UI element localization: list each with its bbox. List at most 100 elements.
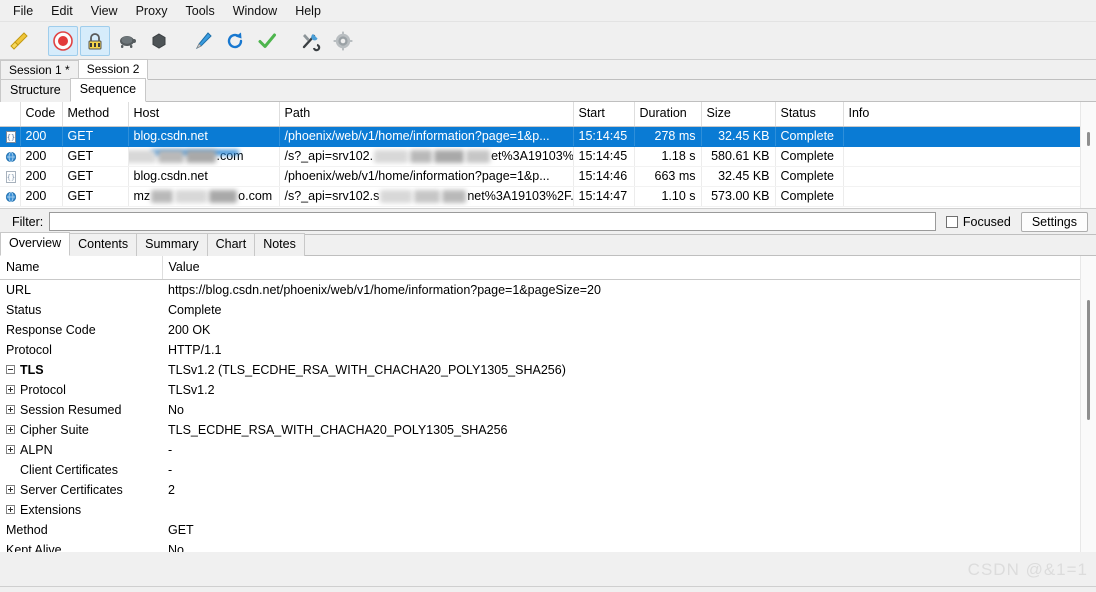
list-item[interactable]: ALPN - xyxy=(0,440,1080,460)
tab-sequence[interactable]: Sequence xyxy=(69,78,147,102)
cell-status: Complete xyxy=(775,146,844,167)
expand-plus-icon[interactable] xyxy=(6,404,15,414)
view-mode-tab-bar: Structure Sequence xyxy=(0,78,1096,102)
list-item[interactable]: Session Resumed No xyxy=(0,400,1080,420)
clear-broom-icon[interactable] xyxy=(4,26,34,56)
filter-input[interactable] xyxy=(49,212,936,231)
cell-path-prefix: /s?_api=srv102. xyxy=(284,148,374,163)
cell-size: 573.00 KB xyxy=(701,186,776,207)
expand-plus-icon[interactable] xyxy=(6,424,15,434)
cell-code: 200 xyxy=(20,146,63,167)
list-item[interactable]: Cipher Suite TLS_ECDHE_RSA_WITH_CHACHA20… xyxy=(0,420,1080,440)
throttle-turtle-icon[interactable] xyxy=(112,26,142,56)
expand-plus-icon[interactable] xyxy=(6,504,15,514)
cell-code: 200 xyxy=(20,166,63,187)
repeat-refresh-icon[interactable] xyxy=(220,26,250,56)
expand-plus-icon[interactable] xyxy=(6,484,15,494)
tab-structure[interactable]: Structure xyxy=(0,79,71,102)
cell-host-suffix: o.com xyxy=(238,188,273,203)
expand-plus-icon[interactable] xyxy=(6,384,15,394)
overview-vertical-scrollbar[interactable] xyxy=(1080,256,1096,552)
collapse-minus-icon[interactable] xyxy=(6,364,15,374)
overview-name: Cipher Suite xyxy=(20,422,89,437)
list-item[interactable]: Extensions xyxy=(0,500,1080,520)
cell-path-suffix: net%3A19103%2F... xyxy=(467,188,573,203)
cell-size: 32.45 KB xyxy=(701,166,776,187)
cell-size: 32.45 KB xyxy=(701,126,776,147)
cell-start: 15:14:45 xyxy=(573,126,635,147)
col-method[interactable]: Method xyxy=(62,102,129,127)
settings-gear-icon[interactable] xyxy=(328,26,358,56)
cell-host: .com xyxy=(128,146,280,167)
settings-button[interactable]: Settings xyxy=(1020,211,1088,232)
table-row[interactable]: 200 GET .com /s?_api=srv102. et%3A19103%2… xyxy=(0,146,1081,167)
menu-item-view[interactable]: View xyxy=(82,1,127,21)
menu-item-tools[interactable]: Tools xyxy=(177,1,224,21)
col-info[interactable]: Info xyxy=(843,102,1081,127)
validate-check-icon[interactable] xyxy=(252,26,282,56)
list-item[interactable]: Status Complete xyxy=(0,300,1080,320)
list-item[interactable]: URL https://blog.csdn.net/phoenix/web/v1… xyxy=(0,280,1080,300)
col-path[interactable]: Path xyxy=(279,102,574,127)
overview-name: Client Certificates xyxy=(20,462,118,477)
tools-icon[interactable] xyxy=(296,26,326,56)
focused-label: Focused xyxy=(962,214,1011,229)
focused-checkbox-wrapper[interactable]: Focused xyxy=(945,214,1011,229)
overview-scrollbar-thumb[interactable] xyxy=(1087,300,1090,420)
col-code[interactable]: Code xyxy=(20,102,63,127)
col-host[interactable]: Host xyxy=(128,102,280,127)
cell-info xyxy=(843,126,1081,147)
menu-item-file[interactable]: File xyxy=(4,1,42,21)
tab-overview[interactable]: Overview xyxy=(0,232,71,256)
col-size[interactable]: Size xyxy=(701,102,776,127)
requests-vertical-scrollbar[interactable] xyxy=(1080,102,1096,208)
overview-name-row: Client Certificates xyxy=(0,460,162,480)
col-value[interactable]: Value xyxy=(162,256,1081,280)
list-item[interactable]: Response Code 200 OK xyxy=(0,320,1080,340)
overview-value: TLSv1.2 (TLS_ECDHE_RSA_WITH_CHACHA20_POL… xyxy=(168,362,566,377)
row-type-globe-icon xyxy=(0,146,21,167)
list-item[interactable]: TLS TLSv1.2 (TLS_ECDHE_RSA_WITH_CHACHA20… xyxy=(0,360,1080,380)
list-item[interactable]: Method GET xyxy=(0,520,1080,540)
table-row[interactable]: {} 200 GET blog.csdn.net /phoenix/web/v1… xyxy=(0,166,1081,187)
tab-summary[interactable]: Summary xyxy=(136,233,208,256)
overview-value xyxy=(162,500,1080,520)
compose-pen-icon[interactable] xyxy=(188,26,218,56)
tab-contents[interactable]: Contents xyxy=(69,233,138,256)
tab-chart[interactable]: Chart xyxy=(206,233,256,256)
cell-duration: 278 ms xyxy=(634,126,702,147)
cell-method: GET xyxy=(62,126,129,147)
session-tab-1[interactable]: Session 1 * xyxy=(0,60,79,80)
col-status[interactable]: Status xyxy=(775,102,844,127)
list-item[interactable]: Protocol HTTP/1.1 xyxy=(0,340,1080,360)
overview-value: No xyxy=(168,542,184,553)
overview-value: - xyxy=(168,442,173,457)
menu-item-help[interactable]: Help xyxy=(286,1,330,21)
focused-checkbox[interactable] xyxy=(945,215,958,228)
col-duration[interactable]: Duration xyxy=(634,102,702,127)
menu-item-window[interactable]: Window xyxy=(224,1,286,21)
session-tab-2[interactable]: Session 2 xyxy=(77,59,149,80)
charles-proxy-window: File Edit View Proxy Tools Window Help S… xyxy=(0,0,1096,592)
col-name[interactable]: Name xyxy=(0,256,163,280)
requests-header-row: Code Method Host Path Start Duration Siz… xyxy=(0,102,1081,127)
table-row[interactable]: {} 200 GET blog.csdn.net /phoenix/web/v1… xyxy=(0,126,1081,147)
col-start[interactable]: Start xyxy=(573,102,635,127)
list-item[interactable]: Client Certificates - xyxy=(0,460,1080,480)
breakpoints-hexagon-icon[interactable] xyxy=(144,26,174,56)
list-item[interactable]: Protocol TLSv1.2 xyxy=(0,380,1080,400)
overview-name: Server Certificates xyxy=(20,482,123,497)
list-item[interactable]: Server Certificates 2 xyxy=(0,480,1080,500)
requests-table-container: Code Method Host Path Start Duration Siz… xyxy=(0,102,1096,208)
cell-path: /s?_api=srv102.s net%3A19103%2F... xyxy=(279,186,574,207)
tab-notes[interactable]: Notes xyxy=(254,233,305,256)
menu-item-edit[interactable]: Edit xyxy=(42,1,82,21)
expand-plus-icon[interactable] xyxy=(6,444,15,454)
menu-item-proxy[interactable]: Proxy xyxy=(127,1,177,21)
table-row[interactable]: 200 GET mz o.com /s?_api=srv102.s net%3A19… xyxy=(0,186,1081,207)
record-icon[interactable] xyxy=(48,25,78,56)
cell-path: /s?_api=srv102. et%3A19103%2F... xyxy=(279,146,574,167)
list-item[interactable]: Kept Alive No xyxy=(0,540,1080,553)
ssl-proxying-lock-icon[interactable] xyxy=(80,25,110,56)
requests-scrollbar-thumb[interactable] xyxy=(1087,132,1090,146)
